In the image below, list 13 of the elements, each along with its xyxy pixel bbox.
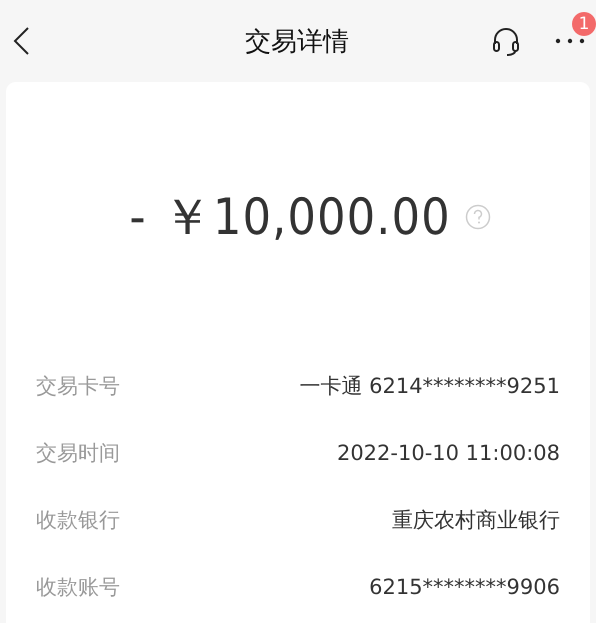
detail-value: 重庆农村商业银行 <box>392 506 560 534</box>
detail-label: 收款账号 <box>36 574 120 600</box>
detail-value: 一卡通 6214********9251 <box>299 372 560 400</box>
more-button[interactable] <box>554 36 586 46</box>
detail-value: 6215********9906 <box>369 574 560 598</box>
detail-label: 交易卡号 <box>36 372 120 400</box>
amount: - ￥10,000.00 <box>129 186 451 248</box>
detail-value: 2022-10-10 11:00:08 <box>336 440 560 464</box>
page-title: 交易详情 <box>245 26 349 58</box>
more-icon <box>554 36 586 46</box>
notification-badge: 1 <box>572 12 596 36</box>
detail-label: 交易时间 <box>36 440 120 466</box>
detail-label: 收款银行 <box>36 506 120 534</box>
